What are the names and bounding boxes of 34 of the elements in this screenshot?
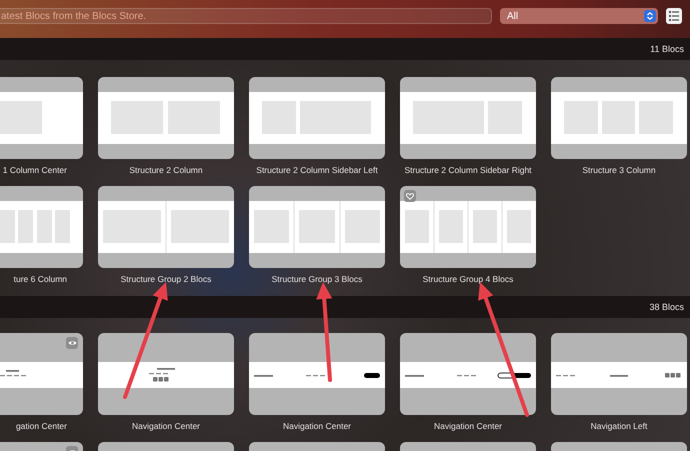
stepper-icon (644, 10, 656, 22)
bloc-count: 11 Blocs (650, 44, 684, 54)
bloc-title: ture 6 Column (12, 274, 68, 285)
bloc-card[interactable] (551, 333, 687, 415)
bloc-title: 1 Column Center (2, 165, 68, 176)
eye-icon (68, 340, 76, 346)
bloc-card[interactable] (249, 186, 385, 268)
bloc-card[interactable] (98, 186, 234, 268)
bloc-title: Navigation Center (282, 421, 352, 432)
bloc-card[interactable] (249, 333, 385, 415)
bloc-title: Structure 2 Column Sidebar Right (403, 165, 533, 176)
favorite-badge[interactable] (404, 190, 416, 202)
heart-icon (406, 192, 414, 200)
bloc-title: Structure 2 Column Sidebar Left (255, 165, 379, 176)
bloc-card[interactable] (400, 77, 536, 159)
bloc-title: Structure 3 Column (581, 165, 657, 176)
bloc-title: Structure Group 4 Blocs (422, 274, 514, 285)
bloc-title: Structure Group 3 Blocs (270, 274, 364, 285)
bloc-count: 38 Blocs (649, 302, 684, 312)
bloc-title: gation Center (14, 421, 68, 432)
bloc-card[interactable] (400, 186, 536, 268)
bloc-card[interactable] (249, 77, 385, 159)
bloc-card[interactable] (551, 77, 687, 159)
bloc-title: Structure 2 Column (128, 165, 204, 176)
bloc-title: Navigation Left (590, 421, 648, 432)
bloc-card[interactable] (400, 333, 536, 415)
list-view-icon[interactable] (666, 8, 682, 24)
bloc-card[interactable] (98, 333, 234, 415)
filter-dropdown[interactable]: All (500, 8, 658, 24)
preview-badge[interactable] (66, 337, 78, 349)
bloc-title: Structure Group 2 Blocs (120, 274, 212, 285)
bloc-title: Navigation Center (130, 421, 202, 432)
bloc-card[interactable] (98, 77, 234, 159)
bloc-title: Navigation Center (432, 421, 504, 432)
